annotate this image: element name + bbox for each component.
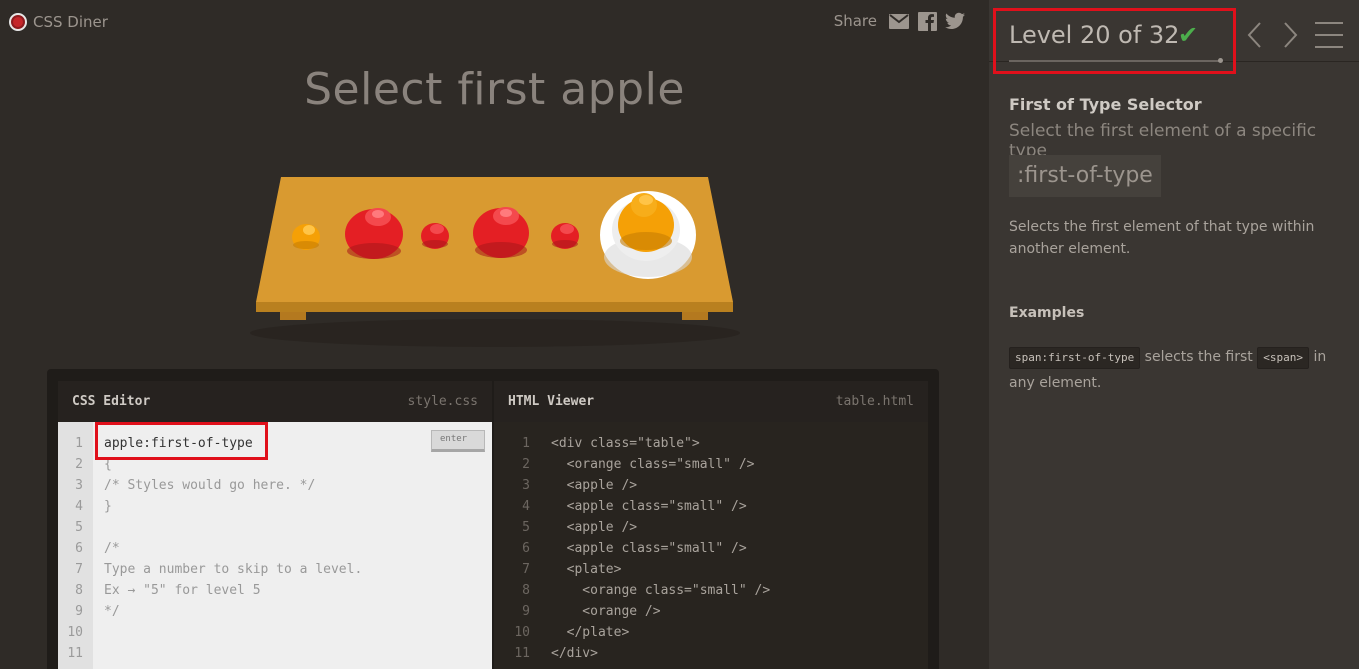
html-line-numbers: 1 2 3 4 5 6 7 8 9 10 11 xyxy=(494,422,540,669)
line-number: 4 xyxy=(522,499,530,514)
line-number: 7 xyxy=(522,562,530,577)
table-edge xyxy=(256,302,733,312)
html-viewer-header: HTML Viewer table.html xyxy=(494,381,928,422)
share-label: Share xyxy=(833,12,877,30)
html-code-line: <orange class="small" /> xyxy=(551,583,771,598)
selector-name: First of Type Selector xyxy=(1009,95,1202,114)
menu-icon[interactable] xyxy=(1315,22,1343,48)
instruction-title: Select first apple xyxy=(304,64,685,115)
html-viewer-body: 1 2 3 4 5 6 7 8 9 10 11 <div class="table"> <orang… xyxy=(494,422,928,669)
css-editor-header: CSS Editor style.css xyxy=(58,381,492,422)
example-line: span:first-of-type selects the first <sp… xyxy=(1009,344,1349,396)
line-number: 5 xyxy=(522,520,530,535)
html-code-line: <orange /> xyxy=(551,604,661,619)
apple-small xyxy=(551,223,579,249)
next-level-button[interactable] xyxy=(1279,20,1303,50)
level-header: Level 20 of 32 ✔ xyxy=(989,0,1359,74)
line-number: 8 xyxy=(522,583,530,598)
line-number: 6 xyxy=(522,541,530,556)
css-code-line: Ex → "5" for level 5 xyxy=(104,583,261,598)
examples-title: Examples xyxy=(1009,305,1085,321)
selector-hint: Selects the first element of that type w… xyxy=(1009,219,1315,257)
table-scene xyxy=(248,175,743,350)
line-number: 9 xyxy=(522,604,530,619)
html-viewer: HTML Viewer table.html 1 2 3 4 5 6 7 8 9 10 11 <di… xyxy=(494,381,928,669)
line-number: 1 xyxy=(75,436,83,451)
line-number: 1 xyxy=(522,436,530,451)
html-code-area: <div class="table"> <orange class="small… xyxy=(540,422,928,669)
selector-syntax: :first-of-type xyxy=(1009,155,1161,197)
line-number: 11 xyxy=(67,646,83,661)
editor-panel: CSS Editor style.css 1 2 3 4 5 6 7 8 9 10 11 enter… xyxy=(47,369,939,669)
line-number: 11 xyxy=(514,646,530,661)
line-number: 6 xyxy=(75,541,83,556)
envelope-icon[interactable] xyxy=(889,11,909,31)
chevron-left-icon xyxy=(1247,22,1261,48)
html-code-line: <apple class="small" /> xyxy=(551,541,747,556)
line-number: 10 xyxy=(67,625,83,640)
plate xyxy=(600,191,696,279)
example-text: selects the first xyxy=(1140,349,1258,365)
line-number: 10 xyxy=(514,625,530,640)
html-viewer-filename: table.html xyxy=(835,394,914,409)
twitter-icon[interactable] xyxy=(945,11,965,31)
previous-level-button[interactable] xyxy=(1242,20,1266,50)
line-number: 4 xyxy=(75,499,83,514)
facebook-icon[interactable] xyxy=(917,11,937,31)
apple-small xyxy=(421,223,449,249)
html-viewer-title: HTML Viewer xyxy=(508,394,595,409)
level-highlight-box xyxy=(993,8,1236,74)
css-code-line xyxy=(104,622,492,643)
css-code-line: } xyxy=(104,499,112,514)
orange-small xyxy=(292,224,320,250)
line-number: 2 xyxy=(75,457,83,472)
line-number: 9 xyxy=(75,604,83,619)
html-code-line: </div> xyxy=(551,646,598,661)
sidebar: Level 20 of 32 ✔ First of Type Selector … xyxy=(989,0,1359,669)
game-area: CSS Diner Share Select first apple CSS E… xyxy=(0,0,989,669)
css-code-line: /* xyxy=(104,541,120,556)
css-code-line xyxy=(104,643,492,664)
html-code-line: <apple /> xyxy=(551,520,638,535)
css-code-line: Type a number to skip to a level. xyxy=(104,562,363,577)
line-number: 2 xyxy=(522,457,530,472)
html-code-line: <orange class="small" /> xyxy=(551,457,755,472)
css-code-area[interactable]: enter {/* Styles would go here. */}/*Typ… xyxy=(93,422,492,669)
css-editor-body: 1234567891011 enter {/* Styles would go … xyxy=(58,422,492,669)
html-code-line: <apple /> xyxy=(551,478,638,493)
css-code-line xyxy=(104,517,492,538)
css-line-numbers: 1 2 3 4 5 6 7 8 9 10 11 xyxy=(58,422,93,669)
selector-highlight-box xyxy=(95,422,268,460)
logo[interactable]: CSS Diner xyxy=(9,13,108,31)
line-number: 7 xyxy=(75,562,83,577)
line-number: 3 xyxy=(522,478,530,493)
app-name: CSS Diner xyxy=(33,13,108,31)
line-number: 8 xyxy=(75,583,83,598)
css-editor: CSS Editor style.css 1 2 3 4 5 6 7 8 9 10 11 enter… xyxy=(58,381,492,669)
example-tag: <span> xyxy=(1257,347,1309,369)
css-editor-filename: style.css xyxy=(407,394,478,409)
html-code-line: <apple class="small" /> xyxy=(551,499,747,514)
html-code-line: <plate> xyxy=(551,562,622,577)
logo-icon xyxy=(9,13,27,31)
chevron-right-icon xyxy=(1284,22,1298,48)
html-code-line: <div class="table"> xyxy=(551,436,700,451)
css-code-line: /* Styles would go here. */ xyxy=(104,478,316,493)
line-number: 3 xyxy=(75,478,83,493)
css-editor-title: CSS Editor xyxy=(72,394,151,409)
enter-button[interactable]: enter xyxy=(431,430,485,452)
html-code-line: </plate> xyxy=(551,625,630,640)
line-number: 5 xyxy=(75,520,83,535)
css-code-line: */ xyxy=(104,604,120,619)
share-bar: Share xyxy=(834,11,965,31)
example-code: span:first-of-type xyxy=(1009,347,1141,369)
html-code-lines: <div class="table"> <orange class="small… xyxy=(540,422,928,664)
